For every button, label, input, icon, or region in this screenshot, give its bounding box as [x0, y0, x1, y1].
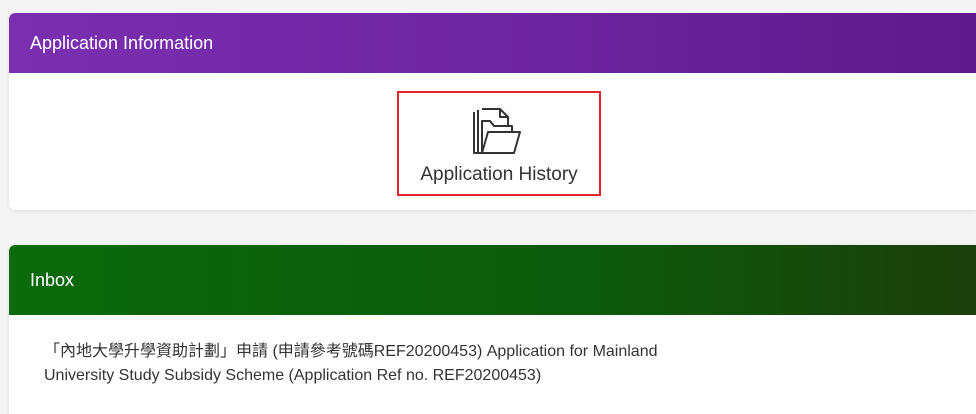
- application-information-header: Application Information: [9, 13, 976, 73]
- inbox-header: Inbox: [9, 245, 976, 315]
- inbox-message-line-2: University Study Subsidy Scheme (Applica…: [44, 367, 542, 384]
- folder-icon: [468, 107, 524, 157]
- application-history-label: Application History: [420, 164, 578, 185]
- inbox-message-line-1: 「內地大學升學資助計劃」申請 (申請參考號碼REF20200453) Appli…: [44, 343, 658, 360]
- application-information-panel: Application Information Application Hist…: [9, 13, 976, 210]
- application-history-button[interactable]: Application History: [397, 91, 601, 196]
- inbox-panel: Inbox 「內地大學升學資助計劃」申請 (申請參考號碼REF20200453)…: [9, 245, 976, 414]
- inbox-message-link[interactable]: 「內地大學升學資助計劃」申請 (申請參考號碼REF20200453) Appli…: [44, 340, 864, 388]
